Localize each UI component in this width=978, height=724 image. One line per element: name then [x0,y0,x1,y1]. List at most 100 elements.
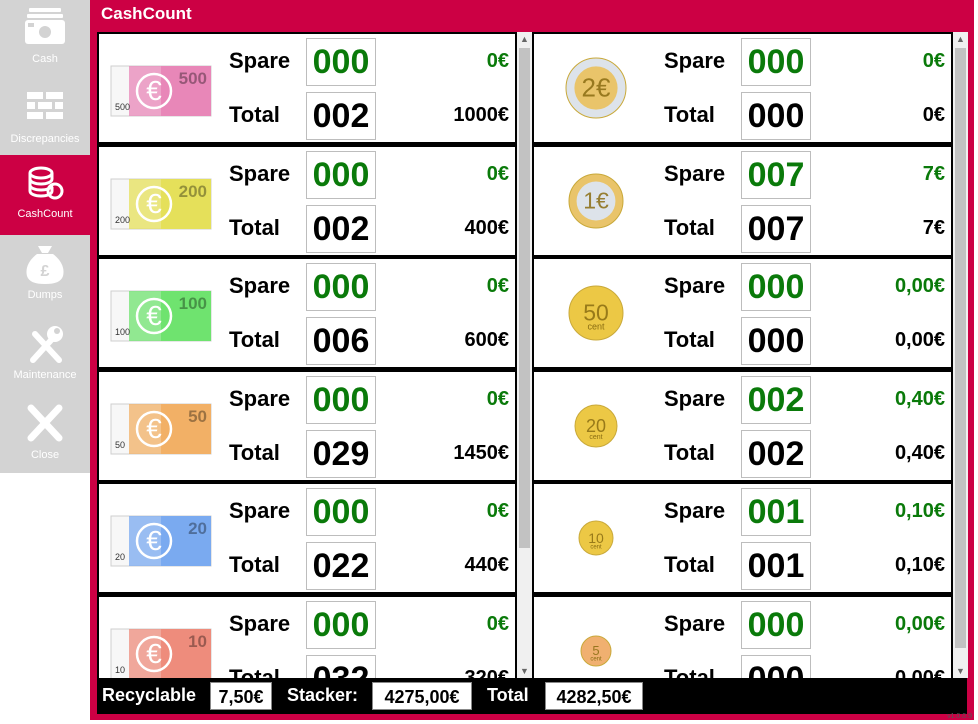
scroll-up-arrow-icon[interactable]: ▲ [517,32,532,46]
scroll-down-arrow-icon[interactable]: ▼ [953,664,968,678]
total-amount: 1000€ [453,104,509,126]
spare-label: Spare [664,610,726,636]
nav-close-label: Close [30,449,60,461]
spare-label: Spare [229,273,291,298]
spare-amount: 0€ [486,50,509,72]
coin-row: 20 cent Spare Total 002 002 0,40€ 0,40€ [534,371,951,480]
banknote-icon: €50 50 [110,403,212,454]
coin-list-scrollbar[interactable]: ▲ ▼ [953,32,968,678]
total-label: Total [487,685,529,705]
spare-amount: 0,00€ [894,275,945,297]
svg-text:€: € [146,413,162,444]
spare-count-field[interactable]: 000 [306,263,376,311]
banknote-icon: €10 10 [110,628,212,678]
version-text: v1.0.0.9 [947,713,972,720]
close-icon [27,404,63,442]
coin-row: 10 cent Spare Total 001 001 0,10€ 0,10€ [534,484,951,592]
note-row: €50 50 Spare Total 000 029 0€ 1450€ [99,371,515,480]
total-amount: 0,00€ [894,666,945,679]
coin-icon: 20cent [574,404,618,447]
svg-text:10: 10 [188,632,207,651]
total-label: Total [229,102,280,127]
svg-text:€: € [146,75,162,106]
spare-count-field[interactable]: 000 [306,375,376,424]
svg-text:cent: cent [590,545,602,551]
nav-maintenance-label: Maintenance [13,369,77,381]
total-amount: 1450€ [453,441,509,464]
brick-wall-icon [27,92,63,119]
nav-discrepancies[interactable]: Discrepancies [0,80,90,160]
nav-cash[interactable]: Cash [0,0,90,80]
svg-text:100: 100 [115,327,130,337]
spare-label: Spare [664,273,726,298]
total-amount: 400€ [464,216,510,239]
scroll-down-arrow-icon[interactable]: ▼ [517,664,532,678]
scrollbar-thumb[interactable] [519,48,530,548]
spare-count-field[interactable]: 000 [741,263,811,311]
spare-amount: 0€ [486,612,509,635]
spare-label: Spare [229,48,291,73]
total-amount: 0,40€ [894,441,945,464]
total-amount: 7€ [922,216,945,239]
total-amount: 440€ [464,554,510,576]
sidebar: Cash Discrepancies CashCount £ Dumps Mai… [0,0,90,473]
total-label: Total [664,214,715,240]
total-amount: 600€ [464,329,510,351]
spare-count-field[interactable]: 007 [741,150,811,199]
total-label: Total [664,664,715,679]
total-count-field: 000 [741,654,811,678]
total-label: Total [229,327,280,352]
svg-text:1€: 1€ [583,187,609,213]
spare-amount: 7€ [922,162,945,185]
spare-label: Spare [664,160,726,186]
nav-close[interactable]: Close [0,396,90,476]
money-bag-icon: £ [26,246,64,284]
scrollbar-thumb[interactable] [955,48,966,648]
spare-count-field[interactable]: 000 [306,488,376,536]
svg-text:10: 10 [115,665,125,675]
spare-count-field[interactable]: 000 [741,600,811,649]
spare-amount: 0€ [922,50,945,72]
banknote-list[interactable]: €500 500 Spare Total 000 002 0€ 1000€ €200 200 Spa… [97,32,517,678]
svg-text:€: € [146,525,162,556]
spare-label: Spare [229,610,291,636]
stacker-label: Stacker: [287,685,359,705]
svg-text:cent: cent [590,656,602,662]
nav-maintenance[interactable]: Maintenance [0,316,90,396]
note-row: €10 10 Spare Total 000 032 0€ 320€ [99,596,515,679]
nav-cashcount[interactable]: CashCount [0,155,90,235]
scroll-up-arrow-icon[interactable]: ▲ [953,32,968,46]
coin-list[interactable]: 2€ Spare Total 000 000 0€ 0€ 1€ Spare Total 007 007… [532,32,953,678]
spare-label: Spare [664,385,726,411]
svg-text:50: 50 [188,407,207,426]
spare-label: Spare [229,160,291,186]
banknote-list-scrollbar[interactable]: ▲ ▼ [517,32,532,678]
coin-stack-icon [28,166,64,200]
total-label: Total [229,439,280,465]
svg-text:£: £ [41,263,50,280]
spare-count-field[interactable]: 000 [741,38,811,86]
spare-count-field[interactable]: 002 [741,375,811,424]
banknote-icon: €500 500 [110,65,212,117]
total-count-field: 002 [306,204,376,253]
nav-dumps[interactable]: £ Dumps [0,236,90,316]
spare-count-field[interactable]: 000 [306,150,376,199]
total-count-field: 029 [306,429,376,478]
spare-count-field[interactable]: 000 [306,38,376,86]
total-count-field: 002 [306,92,376,140]
total-label: Total [229,552,280,577]
spare-count-field[interactable]: 000 [306,600,376,649]
page-title: CashCount [101,4,192,23]
total-label: Total [229,664,280,679]
banknote-icon: €20 20 [110,515,212,567]
note-row: €200 200 Spare Total 000 002 0€ 400€ [99,146,515,255]
svg-text:20: 20 [586,415,606,435]
total-label: Total [229,214,280,240]
total-count-field: 022 [306,542,376,590]
spare-count-field[interactable]: 001 [741,488,811,536]
summary-bar: Recyclable 7,50€ Stacker: 4275,00€ Total… [97,678,967,714]
total-label: Total [664,327,715,352]
coin-row: 5cent Spare Total 000 000 0,00€ 0,00€ [534,596,951,679]
svg-text:20: 20 [188,519,207,538]
total-label: Total [664,102,715,127]
